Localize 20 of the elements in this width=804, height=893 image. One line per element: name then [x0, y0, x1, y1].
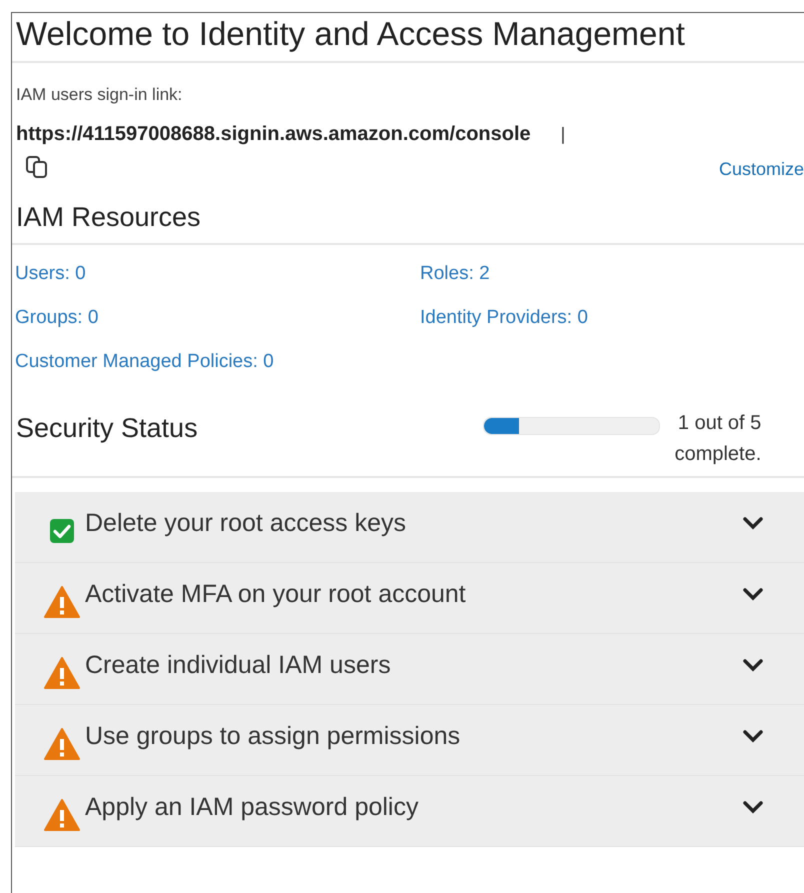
page-title: Welcome to Identity and Access Management: [16, 14, 686, 54]
section-heading: Security Status: [16, 413, 198, 444]
status-item[interactable]: Activate MFA on your root account: [15, 563, 804, 634]
customize-link[interactable]: Customize: [718, 158, 804, 180]
status-item[interactable]: Use groups to assign permissions: [15, 705, 804, 776]
separator: |: [560, 124, 566, 145]
resource-link[interactable]: Users: 0: [15, 263, 86, 285]
resource-link[interactable]: Identity Providers: 0: [420, 307, 588, 329]
status-item[interactable]: Delete your root access keys: [15, 492, 804, 563]
resource-link[interactable]: Customer Managed Policies: 0: [15, 351, 274, 373]
status-item[interactable]: Create individual IAM users: [15, 634, 804, 705]
status-item[interactable]: Apply an IAM password policy: [15, 776, 804, 847]
resource-link[interactable]: Roles: 2: [420, 263, 490, 285]
copy-icon[interactable]: [24, 154, 50, 180]
progress-text: complete.: [674, 442, 762, 467]
section-heading: IAM Resources: [16, 202, 202, 234]
resource-link[interactable]: Groups: 0: [15, 307, 98, 329]
sign-in-label: IAM users sign-in link:: [16, 85, 182, 105]
sign-in-url: https://411597008688.signin.aws.amazon.com/console: [16, 123, 531, 146]
progress-text: 1 out of 5: [678, 411, 762, 436]
